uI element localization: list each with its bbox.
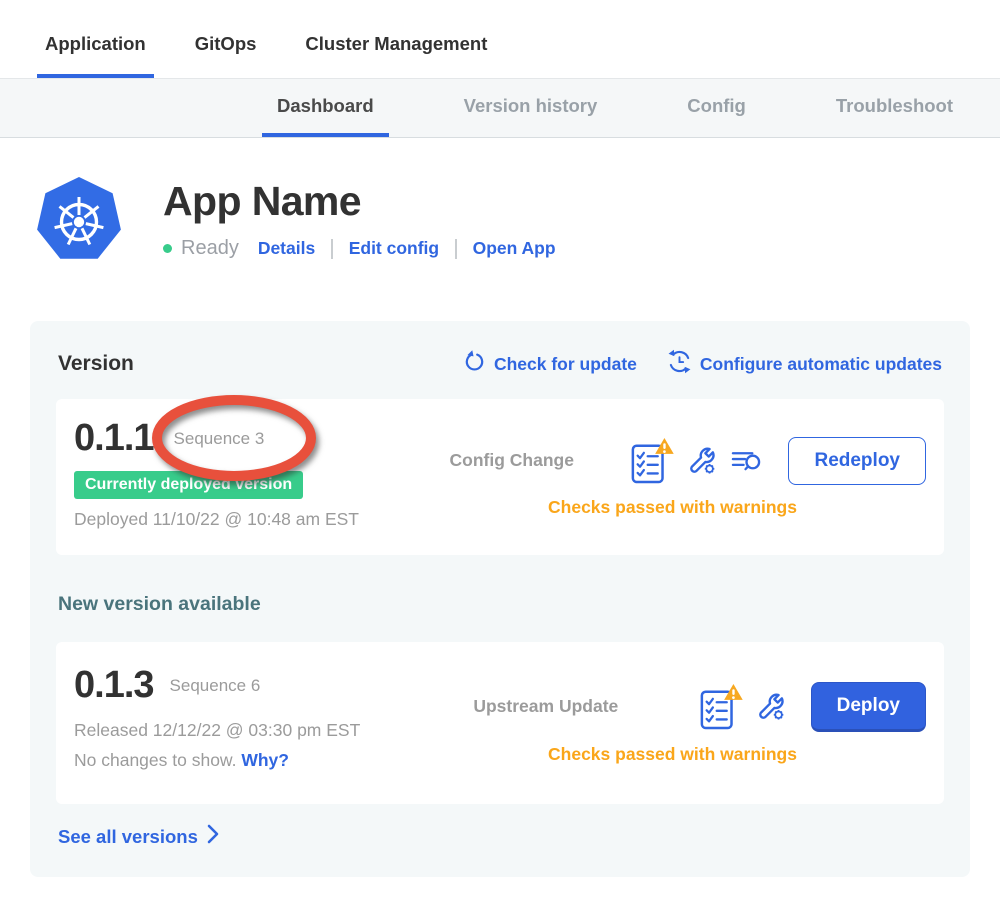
new-version-number: 0.1.3 — [74, 664, 154, 708]
tab-version-history[interactable]: Version history — [449, 79, 613, 137]
current-version-number: 0.1.1 — [74, 417, 154, 461]
top-tab-cluster-management[interactable]: Cluster Management — [297, 33, 495, 78]
top-nav: Application GitOps Cluster Management — [0, 0, 1000, 78]
new-version-sequence: Sequence 6 — [170, 676, 261, 696]
check-for-update-label: Check for update — [494, 354, 637, 375]
preflight-checks-icon[interactable] — [699, 683, 743, 731]
tab-config[interactable]: Config — [672, 79, 761, 137]
page-title: App Name — [163, 178, 556, 225]
configure-automatic-updates-button[interactable]: Configure automatic updates — [667, 349, 942, 379]
deployed-timestamp: Deployed 11/10/22 @ 10:48 am EST — [74, 509, 419, 530]
view-diff-files-icon[interactable] — [731, 448, 762, 474]
kubernetes-logo-icon — [35, 174, 123, 271]
version-section-title: Version — [58, 352, 134, 376]
top-tab-application[interactable]: Application — [37, 33, 154, 78]
see-all-versions-label: See all versions — [58, 826, 198, 848]
status-dot — [163, 244, 172, 253]
top-tab-gitops[interactable]: GitOps — [187, 33, 265, 78]
configure-automatic-updates-label: Configure automatic updates — [700, 354, 942, 375]
why-link[interactable]: Why? — [241, 750, 289, 770]
auto-update-clock-icon — [667, 349, 692, 379]
details-link[interactable]: Details — [258, 238, 315, 259]
see-all-versions-link[interactable]: See all versions — [58, 824, 219, 849]
refresh-icon — [463, 350, 486, 378]
deploy-button[interactable]: Deploy — [811, 682, 926, 732]
version-panel: Version Check for update — [30, 321, 970, 877]
new-version-available-heading: New version available — [58, 593, 942, 616]
new-version-card: 0.1.3 Sequence 6 Released 12/12/22 @ 03:… — [56, 642, 944, 804]
released-timestamp: Released 12/12/22 @ 03:30 pm EST — [74, 720, 419, 741]
no-changes-text: No changes to show. — [74, 750, 236, 770]
divider — [331, 239, 333, 259]
check-for-update-button[interactable]: Check for update — [463, 349, 637, 379]
current-version-source-label: Config Change — [419, 450, 604, 471]
status-badge: Ready — [181, 237, 239, 260]
redeploy-button[interactable]: Redeploy — [788, 437, 926, 485]
new-checks-status: Checks passed with warnings — [419, 744, 926, 765]
currently-deployed-badge: Currently deployed version — [74, 471, 303, 499]
edit-config-link[interactable]: Edit config — [349, 238, 439, 259]
edit-config-wrench-icon[interactable] — [758, 693, 785, 721]
new-version-source-label: Upstream Update — [419, 696, 673, 717]
current-checks-status: Checks passed with warnings — [419, 497, 926, 518]
edit-config-wrench-icon[interactable] — [689, 447, 716, 475]
app-header: App Name Ready Details Edit config Open … — [35, 174, 1000, 271]
app-sub-nav: Dashboard Version history Config Trouble… — [0, 78, 1000, 138]
open-app-link[interactable]: Open App — [473, 238, 556, 259]
divider — [455, 239, 457, 259]
tab-troubleshoot[interactable]: Troubleshoot — [821, 79, 968, 137]
chevron-right-icon — [207, 824, 219, 849]
current-version-card: 0.1.1 Sequence 3 Currently deployed vers… — [56, 399, 944, 555]
preflight-checks-icon[interactable] — [630, 437, 674, 485]
current-version-sequence: Sequence 3 — [174, 429, 265, 449]
tab-dashboard[interactable]: Dashboard — [262, 79, 389, 137]
